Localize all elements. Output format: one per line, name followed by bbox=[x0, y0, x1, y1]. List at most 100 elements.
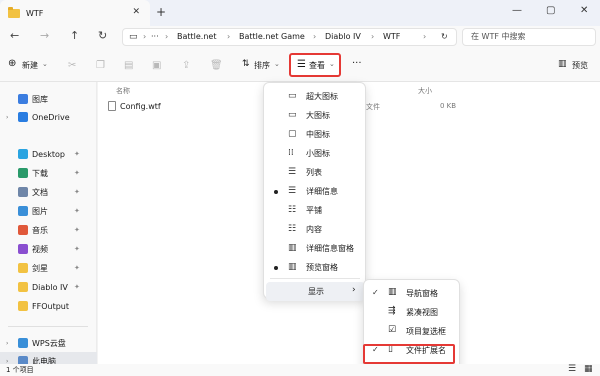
sidebar-item[interactable]: 剑星 ✦ bbox=[0, 259, 97, 277]
refresh-address-icon[interactable]: ↻ bbox=[441, 32, 448, 41]
item-count: 1 个项目 bbox=[6, 366, 34, 374]
breadcrumb-wtf[interactable]: WTF bbox=[383, 32, 400, 41]
sidebar-item-label: OneDrive bbox=[32, 112, 70, 122]
sidebar-item[interactable]: 图库 bbox=[0, 90, 97, 108]
check-icon: ✓ bbox=[372, 288, 379, 297]
submenu-item[interactable]: ✓ ▥ 导航窗格 bbox=[364, 283, 459, 303]
pin-icon: ✦ bbox=[74, 169, 80, 177]
rename-icon[interactable]: ▣ bbox=[152, 60, 161, 71]
menu-item[interactable]: ▢ 中图标 bbox=[264, 125, 365, 144]
copy-icon[interactable]: ❐ bbox=[96, 60, 105, 71]
sidebar-item-icon bbox=[18, 244, 28, 254]
new-button[interactable]: 新建 bbox=[22, 60, 38, 71]
chevron-right-icon[interactable]: › bbox=[6, 340, 8, 347]
menu-item-label: 中图标 bbox=[306, 130, 330, 139]
tab-wtf[interactable]: WTF ✕ bbox=[0, 0, 150, 26]
breadcrumb-battlenet[interactable]: Battle.net bbox=[177, 32, 216, 41]
chevron-down-icon: ⌄ bbox=[329, 60, 335, 68]
submenu-item[interactable]: ⇶ 紧凑视图 bbox=[364, 302, 459, 322]
menu-item[interactable]: ▭ 大图标 bbox=[264, 106, 365, 125]
submenu-item[interactable]: ☑ 项目复选框 bbox=[364, 321, 459, 341]
close-tab-icon[interactable]: ✕ bbox=[132, 7, 140, 17]
chevron-right-icon[interactable]: › bbox=[6, 114, 8, 121]
menu-item[interactable]: ☰ 列表 bbox=[264, 163, 365, 182]
sidebar-item[interactable]: 视频 ✦ bbox=[0, 240, 97, 258]
back-icon[interactable]: ← bbox=[10, 29, 19, 42]
chevron-right-icon: › bbox=[352, 285, 356, 295]
share-icon[interactable]: ⇪ bbox=[182, 60, 190, 71]
sidebar-item[interactable]: FFOutput bbox=[0, 297, 97, 315]
delete-icon[interactable]: 🗑 bbox=[210, 60, 223, 71]
minimize-icon[interactable]: — bbox=[512, 5, 522, 16]
sort-button[interactable]: 排序 bbox=[254, 60, 270, 71]
new-tab-button[interactable]: + bbox=[156, 5, 166, 19]
menu-item[interactable]: ⁞⁞ 小图标 bbox=[264, 144, 365, 163]
cut-icon[interactable]: ✂ bbox=[68, 60, 76, 71]
sidebar-item[interactable]: 图片 ✦ bbox=[0, 202, 97, 220]
view-mode-icon: ⁞⁞ bbox=[288, 148, 294, 158]
view-button[interactable]: ☰ 查看 ⌄ bbox=[289, 53, 341, 77]
view-mode-icon: ▥ bbox=[288, 243, 297, 253]
submenu-item-label: 导航窗格 bbox=[406, 289, 438, 298]
menu-item[interactable]: ▥ 预览窗格 bbox=[264, 258, 365, 277]
breadcrumb-diablo[interactable]: Diablo IV bbox=[325, 32, 361, 41]
address-bar[interactable]: ▭ › ··· › Battle.net › Battle.net Game ›… bbox=[122, 28, 457, 46]
close-window-icon[interactable]: ✕ bbox=[580, 5, 588, 16]
menu-item-label: 列表 bbox=[306, 168, 322, 177]
pin-icon: ✦ bbox=[74, 283, 80, 291]
sidebar-item-icon bbox=[18, 168, 28, 178]
submenu-item-icon: ▥ bbox=[388, 287, 397, 297]
maximize-icon[interactable]: ▢ bbox=[546, 5, 555, 16]
chevron-down-icon: ⌄ bbox=[42, 60, 48, 68]
refresh-icon[interactable]: ↻ bbox=[98, 29, 107, 42]
sidebar-item-icon bbox=[18, 225, 28, 235]
file-icon bbox=[108, 101, 116, 111]
breadcrumb-ellipsis[interactable]: ··· bbox=[151, 32, 159, 41]
status-bar: 1 个项目 ☰ ▦ bbox=[0, 364, 600, 376]
sidebar-item[interactable]: 音乐 ✦ bbox=[0, 221, 97, 239]
column-header-size[interactable]: 大小 bbox=[418, 86, 432, 96]
computer-icon: ▭ bbox=[129, 32, 138, 42]
menu-item[interactable]: ▥ 详细信息窗格 bbox=[264, 239, 365, 258]
preview-button[interactable]: 预览 bbox=[572, 60, 588, 71]
breadcrumb-battlenet-game[interactable]: Battle.net Game bbox=[239, 32, 305, 41]
sidebar-item[interactable]: › OneDrive bbox=[0, 108, 97, 126]
sidebar-item[interactable]: 文档 ✦ bbox=[0, 183, 97, 201]
menu-item-label: 内容 bbox=[306, 225, 322, 234]
sidebar-item[interactable]: 下载 ✦ bbox=[0, 164, 97, 182]
view-mode-icon: ☷ bbox=[288, 224, 297, 234]
up-icon[interactable]: ↑ bbox=[70, 29, 79, 42]
folder-icon bbox=[8, 6, 20, 18]
menu-item-label: 详细信息窗格 bbox=[306, 244, 354, 253]
view-mode-icon: ☰ bbox=[288, 186, 297, 196]
column-header-name[interactable]: 名称 bbox=[116, 86, 130, 96]
menu-item-show-label: 显示 bbox=[308, 287, 324, 296]
search-input[interactable]: 在 WTF 中搜索 bbox=[462, 28, 596, 46]
sidebar-item-label: 下载 bbox=[32, 168, 48, 178]
menu-item-label: 大图标 bbox=[306, 111, 330, 120]
sidebar-item[interactable]: Desktop ✦ bbox=[0, 145, 97, 163]
paste-icon[interactable]: ▤ bbox=[124, 60, 133, 71]
pin-icon: ✦ bbox=[74, 245, 80, 253]
sidebar-item-icon bbox=[18, 112, 28, 122]
tiles-view-icon[interactable]: ▦ bbox=[584, 364, 593, 374]
sidebar-item-icon bbox=[18, 263, 28, 273]
details-view-icon[interactable]: ☰ bbox=[568, 364, 576, 374]
view-mode-icon: ▢ bbox=[288, 129, 297, 139]
menu-item-label: 预览窗格 bbox=[306, 263, 338, 272]
view-mode-icon: ▭ bbox=[288, 91, 297, 101]
menu-item-label: 详细信息 bbox=[306, 187, 338, 196]
menu-item[interactable]: ☷ 平铺 bbox=[264, 201, 365, 220]
menu-item[interactable]: ☷ 内容 bbox=[264, 220, 365, 239]
sidebar-item-label: 文档 bbox=[32, 187, 48, 197]
sidebar-item[interactable]: › WPS云盘 bbox=[0, 334, 97, 352]
menu-item[interactable]: ▭ 超大图标 bbox=[264, 87, 365, 106]
menu-item-show[interactable]: 显示 › bbox=[266, 282, 365, 301]
sidebar-item-icon bbox=[18, 301, 28, 311]
more-button[interactable]: ··· bbox=[352, 58, 362, 69]
forward-icon[interactable]: → bbox=[40, 29, 49, 42]
menu-item[interactable]: ☰ 详细信息 bbox=[264, 182, 365, 201]
sidebar-item[interactable]: Diablo IV ✦ bbox=[0, 278, 97, 296]
sidebar-item-label: Diablo IV bbox=[32, 282, 68, 292]
sidebar-item-label: 音乐 bbox=[32, 225, 48, 235]
